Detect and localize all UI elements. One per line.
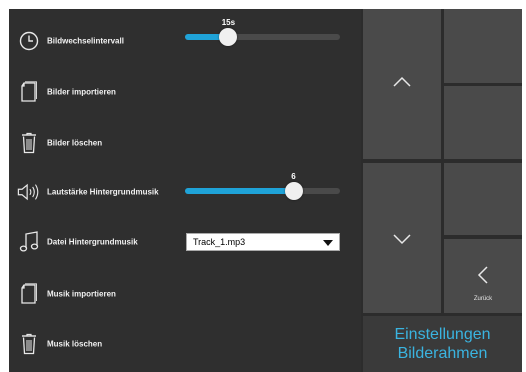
row-import-music[interactable]: Musik importieren <box>9 269 361 319</box>
music-file-select[interactable]: Track_1.mp3 <box>186 233 340 251</box>
chevron-down-icon <box>393 234 411 245</box>
chevron-up-icon <box>393 76 411 87</box>
back-button[interactable]: Zurück <box>444 239 522 313</box>
row-delete-images[interactable]: Bilder löschen <box>9 118 361 168</box>
delete-music-label: Musik löschen <box>47 339 103 349</box>
interval-value: 15s <box>221 18 236 27</box>
speaker-icon <box>17 179 41 205</box>
row-delete-music[interactable]: Musik löschen <box>9 319 361 369</box>
music-file-selected: Track_1.mp3 <box>193 237 246 247</box>
document-icon <box>17 281 41 307</box>
grid-tile-top-right <box>444 9 522 83</box>
chevron-left-icon <box>477 266 488 284</box>
page-title-line1: Einstellungen <box>394 326 491 343</box>
slider-fill <box>185 188 294 194</box>
grid-tile-lower-right <box>444 163 522 235</box>
slider-thumb[interactable] <box>284 182 303 200</box>
scroll-up-button[interactable] <box>363 9 441 159</box>
delete-images-label: Bilder löschen <box>47 138 103 148</box>
grid-tile-middle-right <box>444 86 522 159</box>
trash-icon <box>17 331 41 357</box>
trash-icon <box>17 130 41 156</box>
volume-label: Lautstärke Hintergrundmusik <box>47 187 159 197</box>
clock-icon <box>17 28 41 54</box>
row-import-images[interactable]: Bilder importieren <box>9 67 361 117</box>
music-note-icon <box>17 229 41 255</box>
dropdown-arrow-icon[interactable] <box>323 240 333 246</box>
volume-value: 6 <box>291 172 296 181</box>
settings-screen: Bildwechselintervall 15s Bilder importie… <box>9 9 522 372</box>
import-music-label: Musik importieren <box>47 289 116 299</box>
document-icon <box>17 79 41 105</box>
page-title-line2: Bilderahmen <box>397 345 488 362</box>
title-tile: Einstellungen Bilderahmen <box>363 316 522 372</box>
interval-label: Bildwechselintervall <box>47 36 124 46</box>
scroll-down-button[interactable] <box>363 163 441 313</box>
music-file-label: Datei Hintergrundmusik <box>47 237 138 247</box>
settings-panel: Bildwechselintervall 15s Bilder importie… <box>9 9 361 372</box>
slider-thumb[interactable] <box>219 28 238 46</box>
volume-slider[interactable]: 6 <box>185 172 340 200</box>
import-images-label: Bilder importieren <box>47 87 116 97</box>
interval-slider[interactable]: 15s <box>185 18 340 46</box>
back-label: Zurück <box>473 296 493 302</box>
